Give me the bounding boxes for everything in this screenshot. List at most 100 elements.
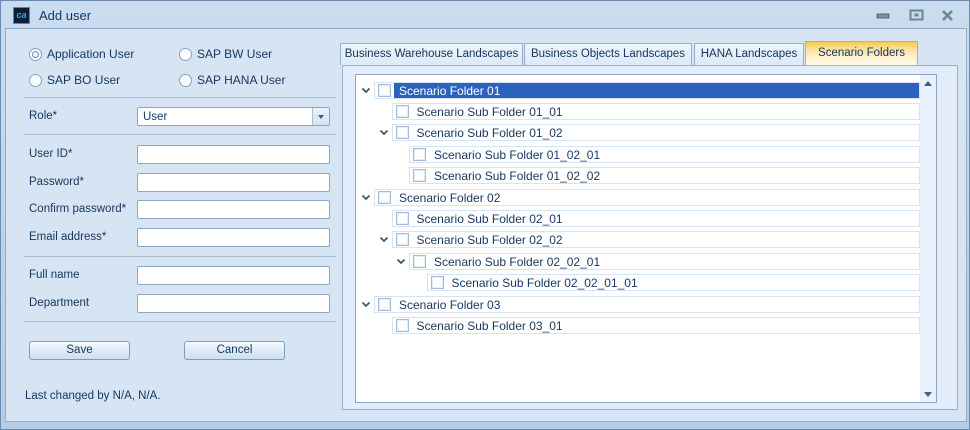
tree-item-cell: Scenario Sub Folder 01_02_02	[409, 167, 920, 184]
tab-hana-landscapes[interactable]: HANA Landscapes	[694, 43, 804, 65]
tree-item[interactable]: Scenario Sub Folder 03_01	[376, 317, 921, 334]
tree-item-label[interactable]: Scenario Folder 02	[394, 190, 919, 205]
chevron-down-icon[interactable]	[358, 296, 374, 313]
last-changed-note: Last changed by N/A, N/A.	[25, 390, 161, 402]
tree-item-cell: Scenario Sub Folder 01_02	[392, 124, 921, 141]
tree-item[interactable]: Scenario Sub Folder 01_02_01	[393, 146, 920, 163]
checkbox[interactable]	[396, 126, 409, 139]
chevron-down-icon[interactable]	[376, 231, 392, 248]
password-field[interactable]	[137, 173, 330, 192]
tree-item[interactable]: Scenario Sub Folder 01_01	[376, 103, 921, 120]
checkbox[interactable]	[413, 255, 426, 268]
chevron-spacer	[376, 317, 392, 334]
tree-item-cell: Scenario Sub Folder 01_02_01	[409, 146, 920, 163]
radio-application-user[interactable]: Application User	[29, 47, 134, 61]
add-user-dialog: ca Add user Application User SA	[0, 0, 970, 430]
checkbox[interactable]	[378, 298, 391, 311]
tree-item-label[interactable]: Scenario Sub Folder 02_01	[412, 211, 920, 226]
chevron-down-icon[interactable]	[358, 189, 374, 206]
checkbox[interactable]	[413, 148, 426, 161]
chevron-down-icon[interactable]	[358, 82, 374, 99]
chevron-spacer	[393, 167, 409, 184]
role-select[interactable]: User	[137, 107, 330, 126]
tree-item[interactable]: Scenario Folder 02	[358, 189, 920, 206]
radio-sap-bo-user[interactable]: SAP BO User	[29, 73, 120, 87]
chevron-spacer	[393, 146, 409, 163]
close-button[interactable]	[936, 6, 958, 24]
tree-item-label[interactable]: Scenario Sub Folder 01_01	[412, 104, 920, 119]
minimize-button[interactable]	[872, 6, 894, 24]
department-field[interactable]	[137, 294, 330, 313]
chevron-spacer	[376, 210, 392, 227]
scroll-down-button[interactable]	[920, 386, 936, 402]
tree-item[interactable]: Scenario Sub Folder 02_02	[376, 231, 921, 248]
radio-label: SAP BO User	[47, 73, 120, 87]
tree-item-cell: Scenario Sub Folder 02_02_01_01	[427, 274, 921, 291]
full-name-field[interactable]	[137, 266, 330, 285]
email-address-field[interactable]	[137, 228, 330, 247]
scenario-folder-tree: Scenario Folder 01 Scenario Sub Folder 01…	[355, 74, 937, 403]
confirm-password-label: Confirm password*	[29, 203, 126, 215]
checkbox[interactable]	[396, 319, 409, 332]
dialog-body: Application User SAP BW User SAP BO User…	[5, 28, 967, 422]
scroll-up-button[interactable]	[920, 75, 936, 91]
tab-scenario-folders[interactable]: Scenario Folders	[805, 41, 918, 66]
checkbox[interactable]	[378, 84, 391, 97]
vertical-scrollbar[interactable]	[920, 75, 936, 402]
checkbox[interactable]	[413, 169, 426, 182]
tree-item-label[interactable]: Scenario Folder 03	[394, 297, 919, 312]
radio-icon	[179, 74, 192, 87]
tree-item-cell: Scenario Sub Folder 02_02	[392, 231, 921, 248]
dropdown-button[interactable]	[312, 108, 329, 125]
tree-item[interactable]: Scenario Folder 01	[358, 82, 920, 99]
tree-item-cell: Scenario Sub Folder 02_01	[392, 210, 921, 227]
radio-icon	[29, 74, 42, 87]
cancel-button[interactable]: Cancel	[184, 341, 285, 360]
checkbox[interactable]	[378, 191, 391, 204]
confirm-password-field[interactable]	[137, 200, 330, 219]
tree-item[interactable]: Scenario Sub Folder 02_02_01_01	[411, 274, 921, 291]
radio-label: Application User	[47, 47, 134, 61]
tree-item-label[interactable]: Scenario Sub Folder 01_02	[412, 125, 920, 140]
radio-sap-hana-user[interactable]: SAP HANA User	[179, 73, 285, 87]
tree-item-label[interactable]: Scenario Folder 01	[394, 83, 919, 98]
chevron-down-icon[interactable]	[376, 124, 392, 141]
department-label: Department	[29, 297, 89, 309]
checkbox[interactable]	[396, 105, 409, 118]
maximize-icon	[909, 9, 924, 21]
scenario-folders-panel: Scenario Folder 01 Scenario Sub Folder 01…	[342, 65, 958, 410]
radio-sap-bw-user[interactable]: SAP BW User	[179, 47, 272, 61]
checkbox[interactable]	[396, 233, 409, 246]
radio-selected-icon	[29, 48, 42, 61]
user-id-field[interactable]	[137, 145, 330, 164]
tree-item-cell: Scenario Folder 01	[374, 82, 920, 99]
divider	[24, 134, 336, 135]
tree-item[interactable]: Scenario Folder 03	[358, 296, 920, 313]
checkbox[interactable]	[431, 276, 444, 289]
chevron-down-icon[interactable]	[393, 253, 409, 270]
divider	[24, 97, 336, 98]
tree-item[interactable]: Scenario Sub Folder 02_02_01	[393, 253, 920, 270]
tab-business-objects-landscapes[interactable]: Business Objects Landscapes	[524, 43, 692, 65]
title-bar[interactable]: ca Add user	[2, 2, 968, 28]
tree-item-label[interactable]: Scenario Sub Folder 03_01	[412, 318, 920, 333]
tree-item-label[interactable]: Scenario Sub Folder 02_02_01	[429, 254, 919, 269]
tree-item[interactable]: Scenario Sub Folder 01_02	[376, 124, 921, 141]
tree-item-cell: Scenario Sub Folder 03_01	[392, 317, 921, 334]
tree-item-cell: Scenario Folder 03	[374, 296, 920, 313]
tree-item-cell: Scenario Folder 02	[374, 189, 920, 206]
arrow-down-icon	[924, 392, 932, 397]
close-icon	[941, 10, 954, 21]
maximize-button[interactable]	[905, 6, 927, 24]
tree-item-label[interactable]: Scenario Sub Folder 02_02	[412, 232, 920, 247]
save-button[interactable]: Save	[29, 341, 130, 360]
tab-business-warehouse-landscapes[interactable]: Business Warehouse Landscapes	[340, 43, 523, 65]
tree-item[interactable]: Scenario Sub Folder 02_01	[376, 210, 921, 227]
tree-item-label[interactable]: Scenario Sub Folder 01_02_02	[429, 168, 919, 183]
tree-item-label[interactable]: Scenario Sub Folder 01_02_01	[429, 147, 919, 162]
tree-item-cell: Scenario Sub Folder 01_01	[392, 103, 921, 120]
checkbox[interactable]	[396, 212, 409, 225]
full-name-label: Full name	[29, 269, 80, 281]
tree-item-label[interactable]: Scenario Sub Folder 02_02_01_01	[447, 275, 920, 290]
tree-item[interactable]: Scenario Sub Folder 01_02_02	[393, 167, 920, 184]
